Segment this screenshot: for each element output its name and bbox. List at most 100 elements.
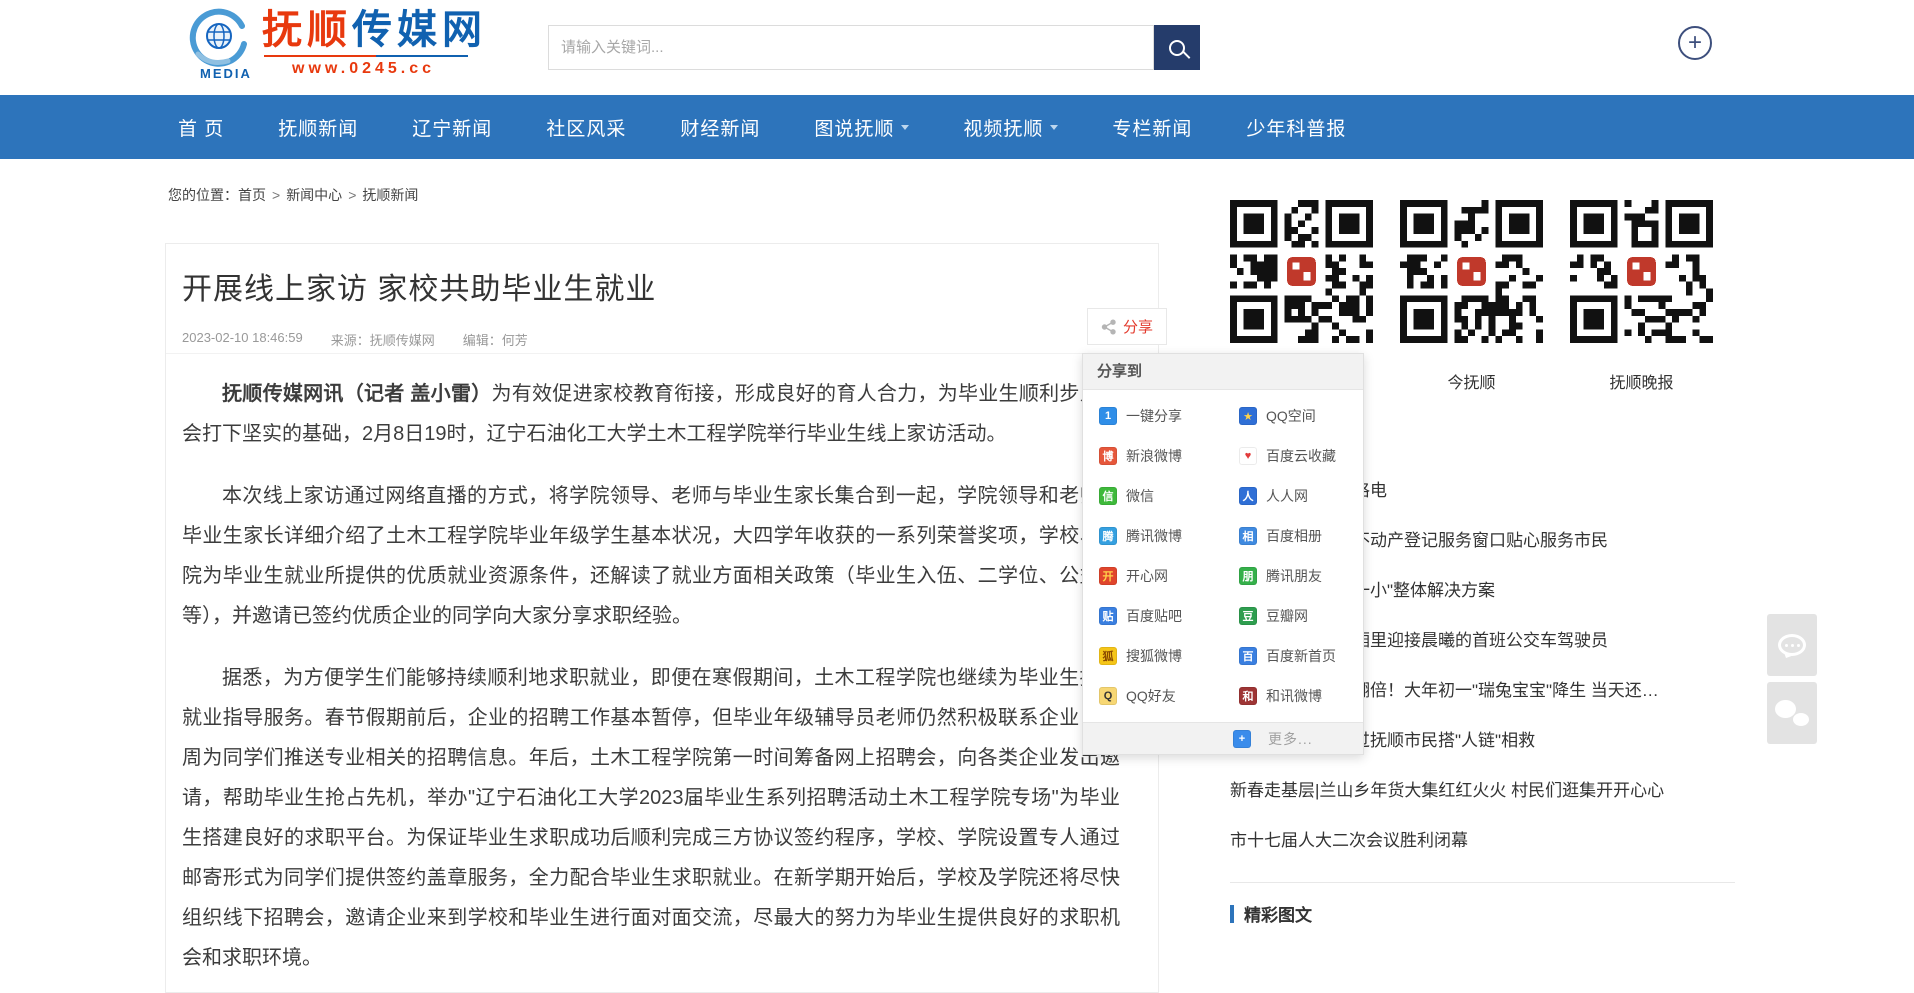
share-target-baidu-album[interactable]: 相百度相册 [1223, 516, 1363, 556]
share-target-one-key-share[interactable]: 1 一键分享 [1083, 396, 1223, 436]
article-paragraph: 据悉，为方便学生们能够持续顺利地求职就业，即便在寒假期间，土木工程学院也继续为毕… [182, 658, 1120, 978]
add-button[interactable]: + [1678, 26, 1712, 60]
share-target-label: 腾讯朋友 [1266, 566, 1322, 586]
section-accent-bar [1230, 905, 1234, 923]
share-button-label: 分享 [1123, 316, 1153, 337]
sina-weibo-icon: 博 [1099, 447, 1117, 465]
article-meta: 2023-02-10 18:46:59 来源：抚顺传媒网 编辑：何芳 [182, 330, 1142, 349]
news-item[interactable]: 新春走基层|兰山乡年货大集红红火火 村民们逛集开开心心 [1230, 766, 1735, 816]
share-target-baidu-homepage[interactable]: 百百度新首页 [1223, 636, 1363, 676]
wechat-share-icon: 信 [1099, 487, 1117, 505]
wechat-float-button[interactable] [1767, 682, 1817, 744]
renren-icon: 人 [1239, 487, 1257, 505]
nav-item-label: 社区风采 [546, 114, 626, 141]
share-target-renren[interactable]: 人人人网 [1223, 476, 1363, 516]
share-target-sina-weibo[interactable]: 博新浪微博 [1083, 436, 1223, 476]
share-target-qq-friends[interactable]: QQQ好友 [1083, 676, 1223, 716]
article-body: 抚顺传媒网讯（记者 盖小雷）为有效促进家校教育衔接，形成良好的育人合力，为毕业生… [166, 354, 1158, 978]
share-target-label: 腾讯微博 [1126, 526, 1182, 546]
breadcrumb-link[interactable]: 抚顺新闻 [362, 187, 418, 203]
share-target-label: 开心网 [1126, 566, 1168, 586]
share-target-tencent-pengyou[interactable]: 朋腾讯朋友 [1223, 556, 1363, 596]
share-target-label: 新浪微博 [1126, 446, 1182, 466]
nav-item-label: 财经新闻 [680, 114, 760, 141]
share-target-label: 百度相册 [1266, 526, 1322, 546]
search-bar [548, 25, 1200, 70]
share-target-kaixin[interactable]: 开开心网 [1083, 556, 1223, 596]
share-more-button[interactable]: + 更多... [1083, 722, 1363, 754]
share-target-label: 百度新首页 [1266, 646, 1336, 666]
logo-title-blue: 传媒网 [352, 8, 487, 52]
share-target-qzone[interactable]: ★QQ空间 [1223, 396, 1363, 436]
search-icon [1169, 40, 1185, 56]
globe-icon [188, 8, 250, 70]
chevron-down-icon [901, 125, 909, 130]
douban-icon: 豆 [1239, 607, 1257, 625]
kaixin-icon: 开 [1099, 567, 1117, 585]
breadcrumb-link[interactable]: 新闻中心 [286, 187, 342, 203]
nav-item-label: 少年科普报 [1246, 114, 1346, 141]
share-target-baidu-cloud-fav[interactable]: ♥百度云收藏 [1223, 436, 1363, 476]
comment-icon [1778, 634, 1806, 656]
nav-item-8[interactable]: 专栏新闻 [1085, 95, 1219, 159]
logo-underline [264, 55, 468, 57]
article-paragraph: 本次线上家访通过网络直播的方式，将学院领导、老师与毕业生家长集合到一起，学院领导… [182, 476, 1120, 636]
share-target-label: QQ好友 [1126, 686, 1176, 706]
qzone-icon: ★ [1239, 407, 1257, 425]
share-target-label: 一键分享 [1126, 406, 1182, 426]
logo-site-url: www.0245.cc [292, 60, 435, 78]
site-header: MEDIA 抚顺传媒网 www.0245.cc + [0, 0, 1914, 95]
paragraph-lead: 抚顺传媒网讯（记者 盖小雷） [222, 383, 492, 405]
search-input[interactable] [548, 25, 1154, 70]
search-button[interactable] [1154, 25, 1200, 70]
nav-item-5[interactable]: 财经新闻 [653, 95, 787, 159]
share-target-label: 百度贴吧 [1126, 606, 1182, 626]
share-target-tencent-weibo[interactable]: 腾腾讯微博 [1083, 516, 1223, 556]
baidu-album-icon: 相 [1239, 527, 1257, 545]
nav-item-7[interactable]: 视频抚顺 [936, 95, 1085, 159]
qr-code-2 [1400, 200, 1543, 343]
share-target-label: 微信 [1126, 486, 1154, 506]
nav-item-9[interactable]: 少年科普报 [1219, 95, 1373, 159]
share-target-sohu-weibo[interactable]: 狐搜狐微博 [1083, 636, 1223, 676]
nav-item-6[interactable]: 图说抚顺 [787, 95, 936, 159]
share-target-wechat-share[interactable]: 信微信 [1083, 476, 1223, 516]
breadcrumb-link[interactable]: 首页 [238, 187, 266, 203]
section-title: 精彩图文 [1244, 901, 1312, 926]
breadcrumb-prefix: 您的位置： [168, 187, 238, 203]
share-more-label: 更多... [1268, 729, 1313, 749]
qr-code-row [1230, 200, 1716, 343]
article-container: 开展线上家访 家校共助毕业生就业 2023-02-10 18:46:59 来源：… [165, 243, 1159, 993]
share-target-label: 百度云收藏 [1266, 446, 1336, 466]
tencent-weibo-icon: 腾 [1099, 527, 1117, 545]
share-target-hexun-weibo[interactable]: 和和讯微博 [1223, 676, 1363, 716]
share-popup-title: 分享到 [1083, 354, 1363, 390]
qr-code-label-3: 抚顺晚报 [1570, 369, 1713, 393]
share-target-label: 人人网 [1266, 486, 1308, 506]
comment-float-button[interactable] [1767, 614, 1817, 676]
share-icon [1101, 319, 1117, 335]
nav-item-2[interactable]: 抚顺新闻 [251, 95, 385, 159]
qr-code-label-2: 今抚顺 [1400, 369, 1543, 393]
nav-item-1[interactable]: 首 页 [151, 95, 251, 159]
baidu-homepage-icon: 百 [1239, 647, 1257, 665]
sidebar-divider [1230, 882, 1735, 883]
news-item[interactable]: 市十七届人大二次会议胜利闭幕 [1230, 816, 1735, 866]
sohu-weibo-icon: 狐 [1099, 647, 1117, 665]
share-button[interactable]: 分享 [1087, 308, 1167, 345]
tencent-pengyou-icon: 朋 [1239, 567, 1257, 585]
nav-item-label: 抚顺新闻 [278, 114, 358, 141]
one-key-share-icon: 1 [1099, 407, 1117, 425]
share-target-label: 搜狐微博 [1126, 646, 1182, 666]
nav-item-3[interactable]: 辽宁新闻 [385, 95, 519, 159]
site-logo[interactable]: MEDIA 抚顺传媒网 www.0245.cc [188, 6, 488, 90]
nav-item-4[interactable]: 社区风采 [519, 95, 653, 159]
logo-title-red: 抚顺 [262, 8, 352, 52]
share-target-baidu-tieba[interactable]: 贴百度贴吧 [1083, 596, 1223, 636]
nav-item-label: 视频抚顺 [963, 114, 1043, 141]
article-header: 开展线上家访 家校共助毕业生就业 2023-02-10 18:46:59 来源：… [166, 244, 1158, 354]
share-popup-body: 1一键分享博新浪微博信微信腾腾讯微博开开心网贴百度贴吧狐搜狐微博QQQ好友 ★Q… [1083, 390, 1363, 722]
main-nav: 首 页抚顺新闻辽宁新闻社区风采 财经新闻图说抚顺视频抚顺 专栏新闻少年科普报 [0, 95, 1914, 159]
share-target-douban[interactable]: 豆豆瓣网 [1223, 596, 1363, 636]
breadcrumb-separator: > [272, 187, 280, 203]
